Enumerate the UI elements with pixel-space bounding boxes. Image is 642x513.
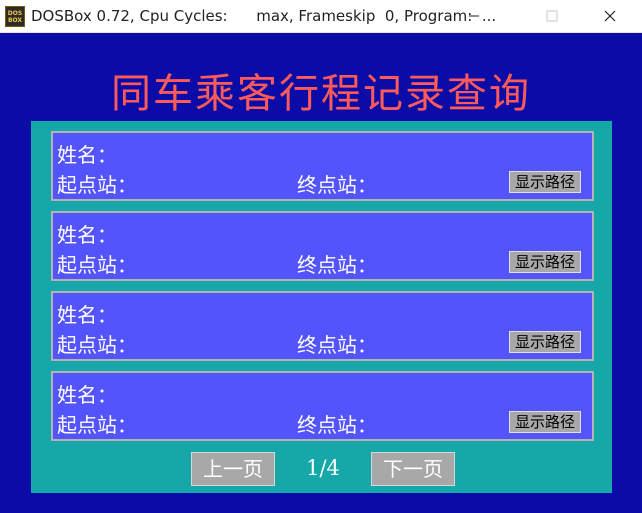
dosbox-window: DOS BOX DOSBox 0.72, Cpu Cycles: max, Fr… [0,0,642,513]
end-station-label: 终点站： [297,333,377,357]
dos-screen: 同车乘客行程记录查询 姓名： 起点站： 终点站： 显示路径 姓名： 起点站： 终… [0,33,642,513]
name-label: 姓名： [57,383,117,407]
window-title: DOSBox 0.72, Cpu Cycles: max, Frameskip … [31,7,497,25]
name-label: 姓名： [57,303,117,327]
close-icon [604,10,616,22]
title-bar[interactable]: DOS BOX DOSBox 0.72, Cpu Cycles: max, Fr… [0,0,642,33]
start-station-label: 起点站： [57,173,137,197]
end-station-label: 终点站： [297,173,377,197]
close-button[interactable] [587,0,633,32]
maximize-button[interactable] [529,0,575,32]
show-route-button[interactable]: 显示路径 [509,251,581,273]
passenger-record: 姓名： 起点站： 终点站： 显示路径 [51,131,594,201]
passenger-record: 姓名： 起点站： 终点站： 显示路径 [51,211,594,281]
name-label: 姓名： [57,223,117,247]
maximize-icon [546,10,558,22]
next-page-button[interactable]: 下一页 [371,452,455,486]
show-route-button[interactable]: 显示路径 [509,331,581,353]
dosbox-icon-text-bottom: BOX [7,16,23,24]
show-route-button[interactable]: 显示路径 [509,411,581,433]
start-station-label: 起点站： [57,253,137,277]
page-indicator: 1/4 [306,456,340,480]
start-station-label: 起点站： [57,333,137,357]
start-station-label: 起点站： [57,413,137,437]
end-station-label: 终点站： [297,413,377,437]
name-label: 姓名： [57,143,117,167]
passenger-record: 姓名： 起点站： 终点站： 显示路径 [51,291,594,361]
page-title: 同车乘客行程记录查询 [111,71,531,117]
dosbox-icon-text-top: DOS [7,9,23,17]
results-panel: 姓名： 起点站： 终点站： 显示路径 姓名： 起点站： 终点站： 显示路径 姓名… [31,121,612,493]
minimize-icon [469,15,479,17]
minimize-button[interactable] [451,0,497,32]
end-station-label: 终点站： [297,253,377,277]
passenger-record: 姓名： 起点站： 终点站： 显示路径 [51,371,594,441]
show-route-button[interactable]: 显示路径 [509,171,581,193]
previous-page-button[interactable]: 上一页 [191,452,275,486]
dosbox-icon[interactable]: DOS BOX [5,6,25,27]
